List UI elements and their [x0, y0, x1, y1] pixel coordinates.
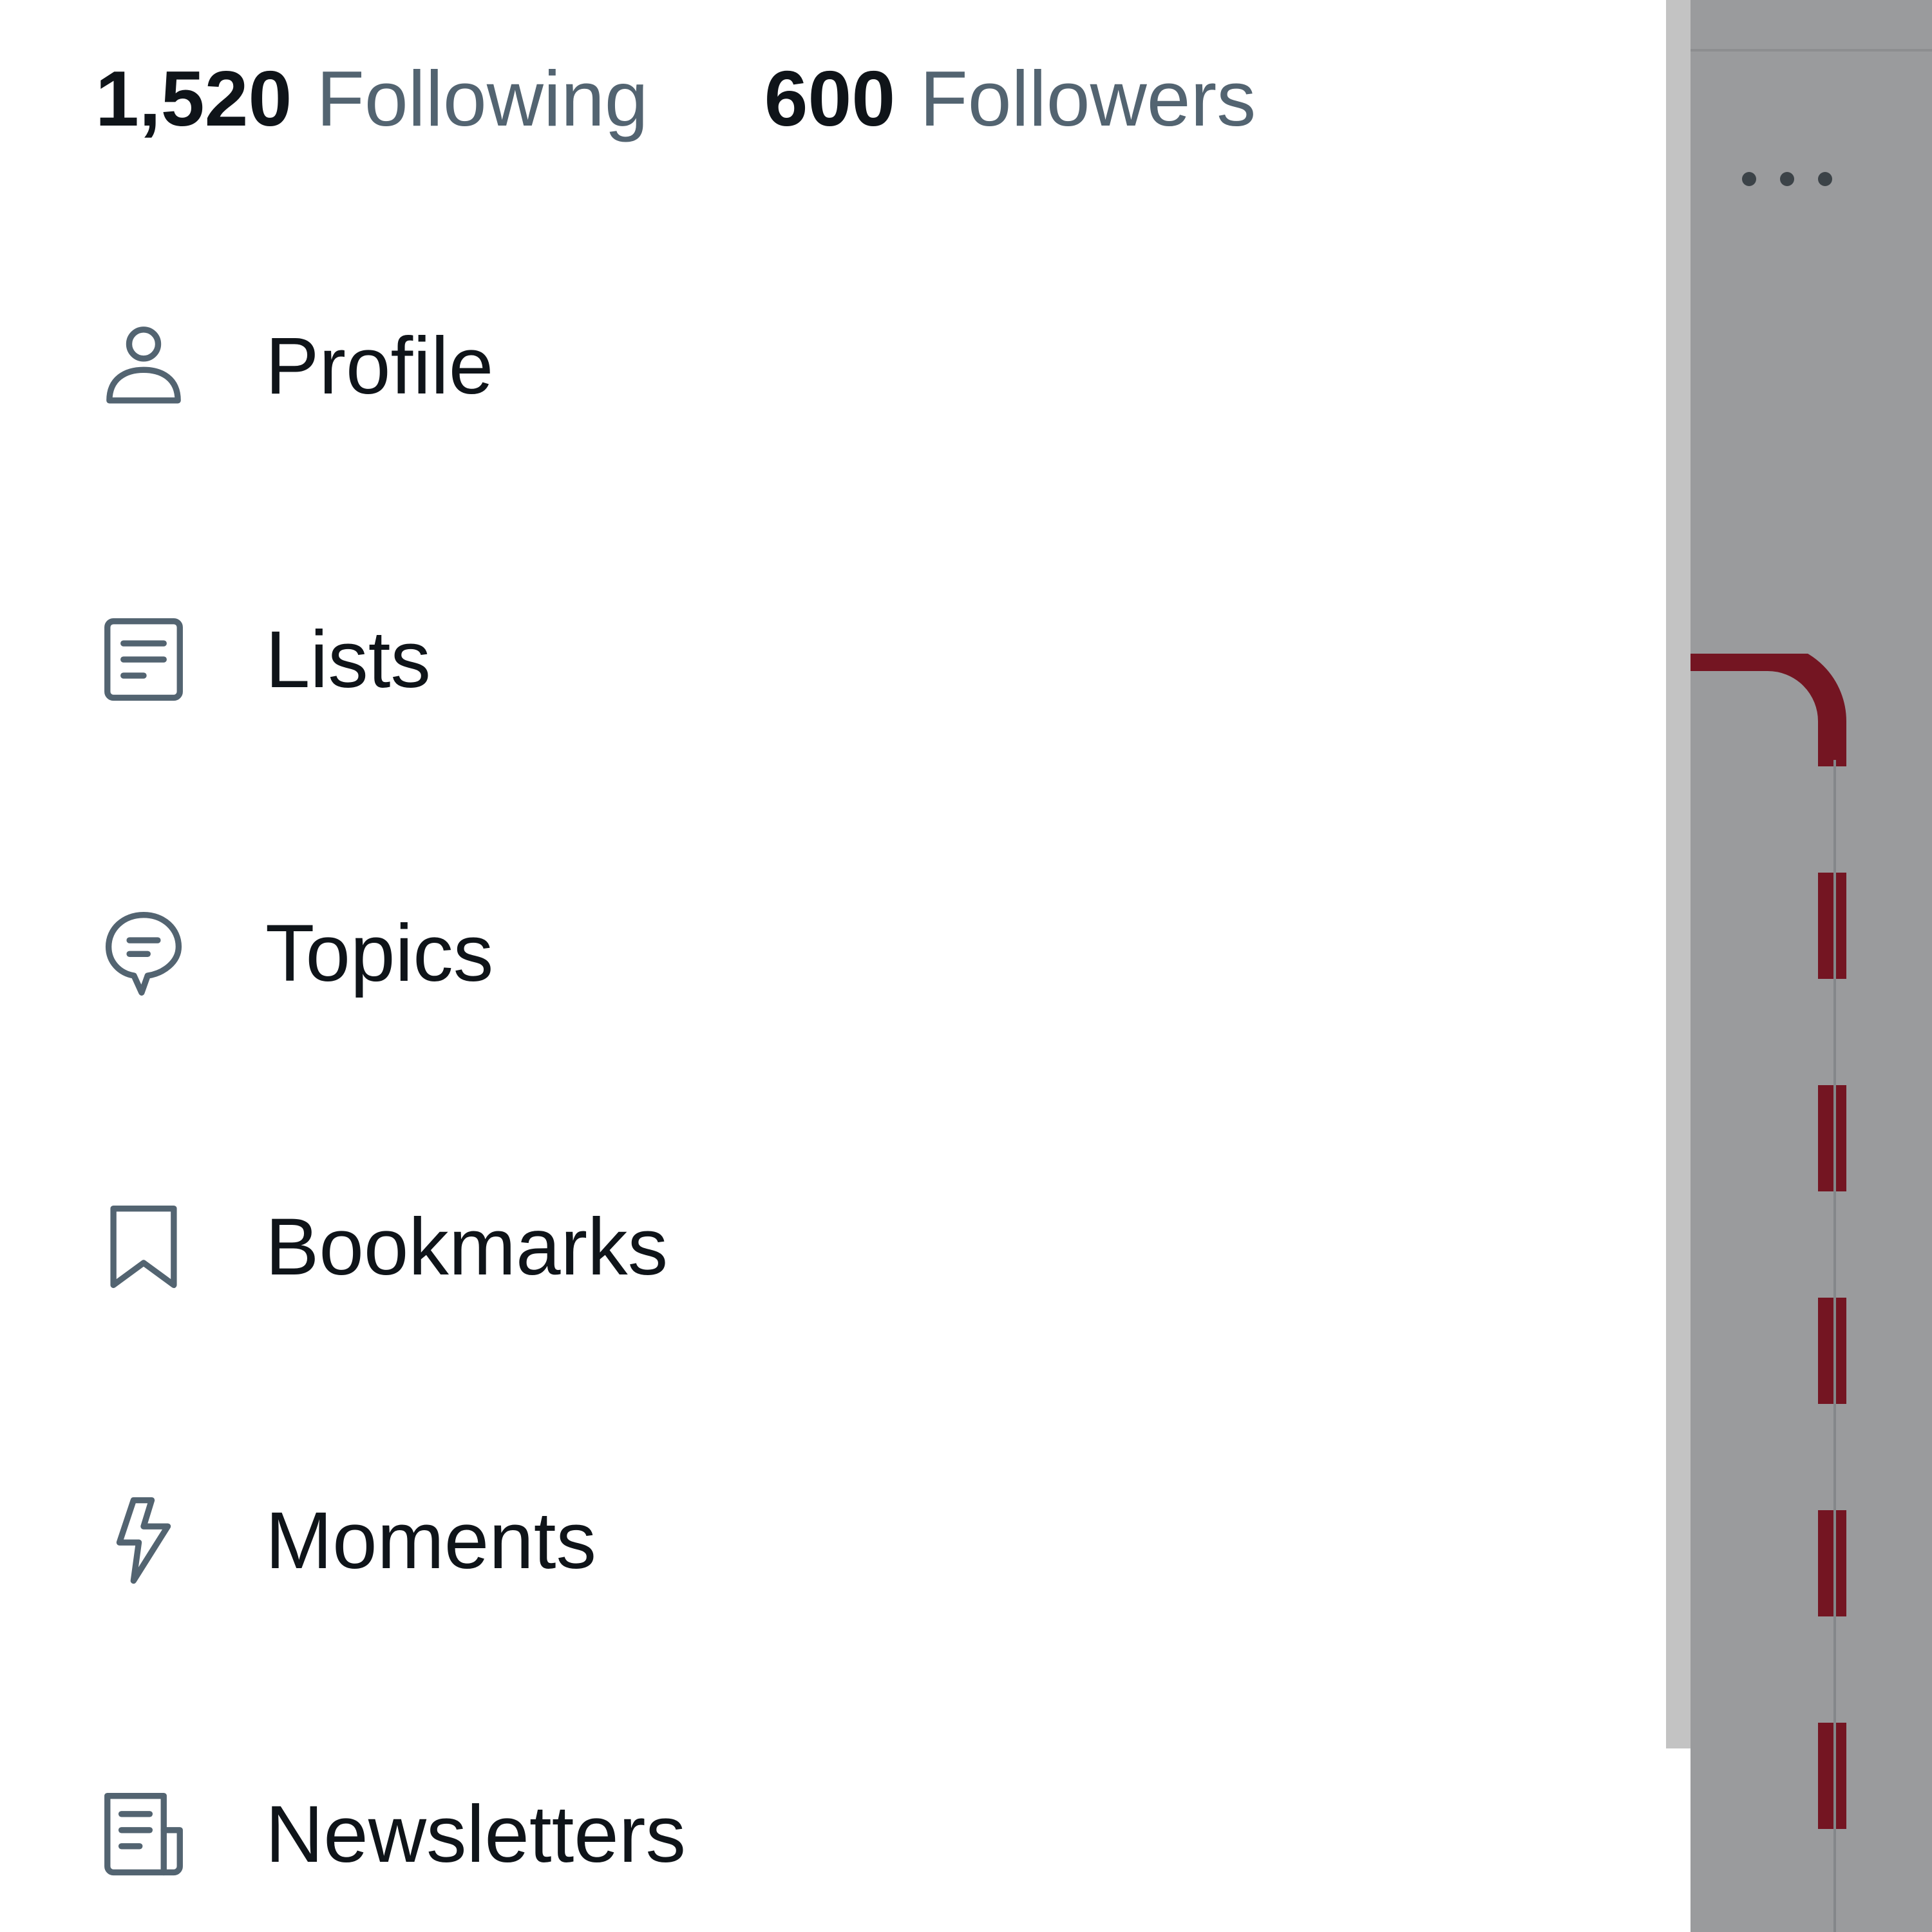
menu-item-moments[interactable]: Moments [0, 1394, 1666, 1687]
menu-item-lists[interactable]: Lists [0, 513, 1666, 806]
menu-item-label: Lists [265, 614, 431, 705]
more-options-icon [1742, 164, 1832, 193]
newsletter-icon [95, 1786, 192, 1882]
bookmark-icon [95, 1198, 192, 1295]
dimmed-background[interactable] [1690, 0, 1932, 1932]
menu-item-label: Moments [265, 1495, 597, 1586]
followers-count: 600 [764, 55, 896, 142]
followers-stat[interactable]: 600 Followers [764, 53, 1256, 144]
menu-item-newsletters[interactable]: Newsletters [0, 1687, 1666, 1932]
menu-item-profile[interactable]: Profile [0, 219, 1666, 513]
topics-icon [95, 905, 192, 1001]
background-vertical-line [1833, 760, 1836, 1932]
follow-stats: 1,520 Following 600 Followers [95, 50, 1256, 147]
menu-item-bookmarks[interactable]: Bookmarks [0, 1100, 1666, 1394]
menu-item-label: Topics [265, 908, 494, 998]
lightning-icon [95, 1492, 192, 1589]
background-card-outline [1690, 654, 1871, 1932]
following-stat[interactable]: 1,520 Following [95, 53, 649, 144]
menu-item-label: Profile [265, 321, 494, 411]
navigation-drawer: 1,520 Following 600 Followers Profile Li… [0, 0, 1666, 1932]
menu-item-topics[interactable]: Topics [0, 806, 1666, 1100]
person-icon [95, 317, 192, 414]
following-label: Following [316, 55, 649, 142]
menu-item-label: Bookmarks [265, 1202, 668, 1292]
drawer-menu: Profile Lists Topics Bookmarks Moments N… [0, 219, 1666, 1932]
scrollbar-thumb[interactable] [1666, 0, 1690, 1748]
background-divider [1690, 49, 1932, 52]
drawer-scrollbar[interactable] [1666, 0, 1690, 1932]
app-root: 1,520 Following 600 Followers Profile Li… [0, 0, 1932, 1932]
list-icon [95, 611, 192, 708]
menu-item-label: Newsletters [265, 1789, 686, 1879]
followers-label: Followers [920, 55, 1256, 142]
following-count: 1,520 [95, 55, 292, 142]
